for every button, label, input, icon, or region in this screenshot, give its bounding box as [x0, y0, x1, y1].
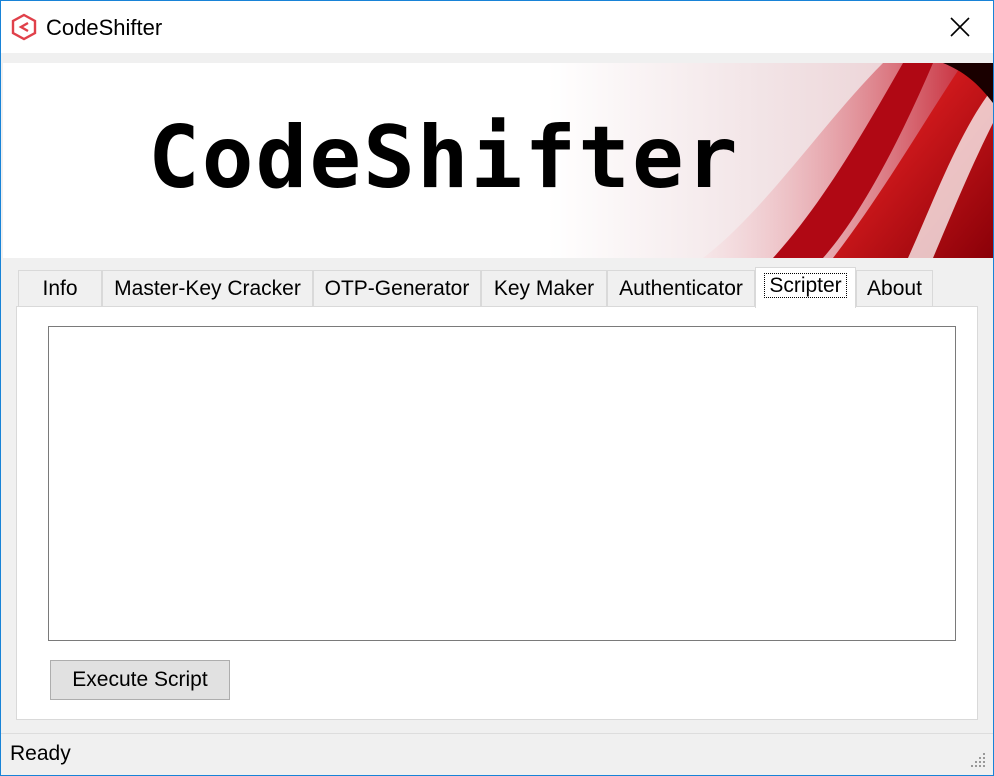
tab-about[interactable]: About [856, 270, 933, 307]
close-button[interactable] [927, 1, 993, 53]
execute-script-button[interactable]: Execute Script [50, 660, 230, 700]
title-bar[interactable]: CodeShifter [1, 1, 993, 53]
tab-label: Authenticator [619, 277, 743, 300]
tab-label: Info [42, 277, 78, 300]
tab-label: About [867, 277, 922, 300]
codeshifter-logo-icon [11, 13, 37, 41]
tab-label: OTP-Generator [324, 277, 470, 300]
tab-label: Master-Key Cracker [114, 277, 301, 300]
tab-label: Key Maker [493, 277, 595, 300]
script-editor[interactable] [48, 326, 956, 641]
resize-grip-icon[interactable] [969, 751, 987, 769]
tab-label: Scripter [764, 273, 847, 298]
app-window: CodeShifter CodeShifter Info Master-Key … [0, 0, 994, 776]
close-icon [950, 17, 970, 37]
tab-otp-generator[interactable]: OTP-Generator [313, 270, 481, 307]
tab-authenticator[interactable]: Authenticator [607, 270, 755, 307]
tab-scripter[interactable]: Scripter [755, 267, 856, 308]
banner-logo-text: CodeShifter [148, 108, 740, 208]
status-text: Ready [10, 742, 71, 765]
scripter-panel: Execute Script [16, 306, 978, 720]
header-banner: CodeShifter [3, 63, 993, 258]
tab-strip: Info Master-Key Cracker OTP-Generator Ke… [18, 267, 978, 308]
status-bar: Ready [1, 733, 993, 775]
tab-master-key-cracker[interactable]: Master-Key Cracker [102, 270, 313, 307]
window-title: CodeShifter [46, 15, 163, 40]
tab-key-maker[interactable]: Key Maker [481, 270, 607, 307]
tab-info[interactable]: Info [18, 270, 102, 307]
